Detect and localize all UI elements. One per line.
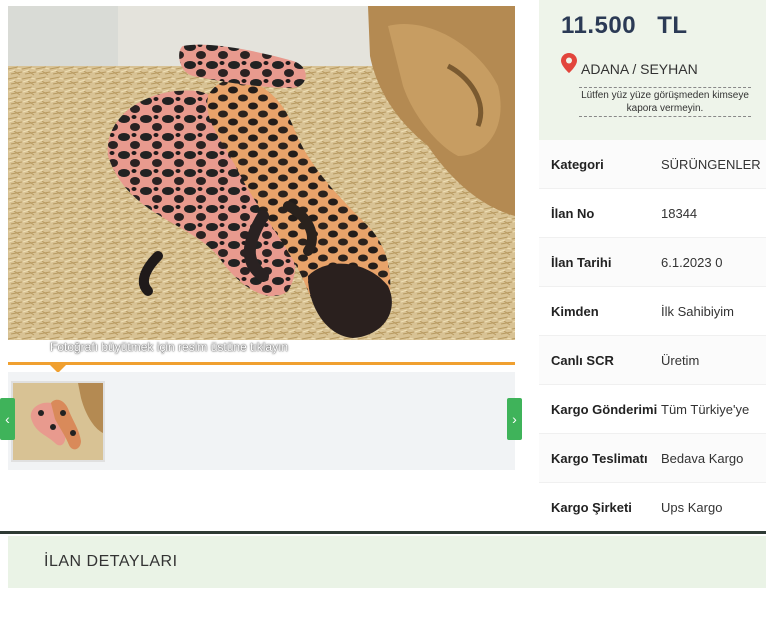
detail-row-kimden: Kimden İlk Sahibiyim [539, 287, 766, 336]
details-section-header: İLAN DETAYLARI [8, 536, 766, 588]
detail-label: Kategori [551, 157, 604, 172]
detail-row-kargo-sirketi: Kargo Şirketi Ups Kargo [539, 483, 766, 532]
thumbnail-1[interactable] [11, 381, 105, 462]
detail-value: Tüm Türkiye'ye [661, 402, 750, 417]
detail-row-canli-scr: Canlı SCR Üretim [539, 336, 766, 385]
detail-value: SÜRÜNGENLER [661, 157, 761, 172]
detail-value: Ups Kargo [661, 500, 723, 515]
detail-value: 6.1.2023 0 [661, 255, 723, 270]
detail-row-kargo-gonderimi: Kargo Gönderimi Tüm Türkiye'ye [539, 385, 766, 434]
main-photo[interactable] [8, 6, 515, 340]
map-pin-icon [561, 53, 577, 73]
lizard-photo-illustration [8, 6, 515, 340]
detail-label: Kimden [551, 304, 599, 319]
gallery-next-button[interactable]: › [507, 398, 522, 440]
detail-label: İlan No [551, 206, 595, 221]
section-title: İLAN DETAYLARI [44, 553, 178, 570]
detail-row-ilan-no: İlan No 18344 [539, 189, 766, 238]
listing-location[interactable]: ADANA / SEYHAN [581, 61, 698, 77]
detail-value: İlk Sahibiyim [661, 304, 734, 319]
detail-label: Canlı SCR [551, 353, 614, 368]
detail-value: Üretim [661, 353, 700, 368]
detail-label: Kargo Teslimatı [551, 451, 648, 466]
gallery-divider [8, 362, 515, 365]
detail-row-kargo-teslimati: Kargo Teslimatı Bedava Kargo [539, 434, 766, 483]
section-divider [0, 531, 766, 534]
detail-row-kategori: Kategori SÜRÜNGENLER [539, 140, 766, 189]
listing-details-table: Kategori SÜRÜNGENLER İlan No 18344 İlan … [539, 140, 766, 532]
listing-price: 11.500 TL [561, 12, 688, 39]
detail-label: İlan Tarihi [551, 255, 612, 270]
deposit-warning: Lütfen yüz yüze görüşmeden kimseye kapor… [579, 87, 751, 117]
detail-label: Kargo Gönderimi [551, 402, 658, 417]
chevron-right-icon: › [512, 411, 517, 427]
price-panel: 11.500 TL ADANA / SEYHAN Lütfen yüz yüze… [539, 0, 766, 140]
chevron-left-icon: ‹ [5, 411, 10, 427]
description-text-cut-off [8, 598, 766, 618]
thumbnail-image [13, 383, 103, 460]
detail-row-ilan-tarihi: İlan Tarihi 6.1.2023 0 [539, 238, 766, 287]
gallery-prev-button[interactable]: ‹ [0, 398, 15, 440]
detail-value: Bedava Kargo [661, 451, 744, 466]
detail-value: 18344 [661, 206, 698, 221]
detail-label: Kargo Şirketi [551, 500, 632, 515]
photo-caption: Fotoğrafı büyütmek için resim üstüne tık… [50, 340, 289, 354]
